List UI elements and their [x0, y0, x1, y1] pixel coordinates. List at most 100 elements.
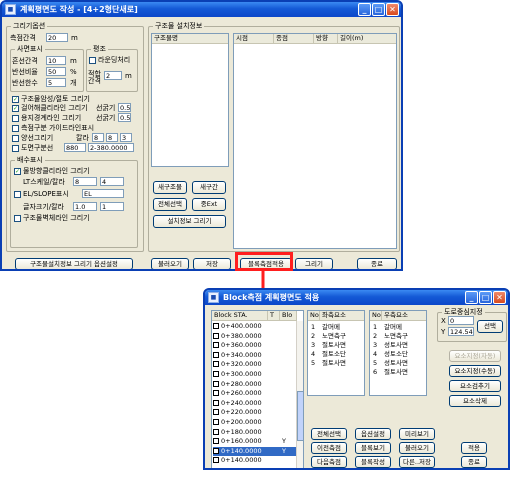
element-delete-button[interactable]: 요소삭제 [449, 395, 501, 407]
right-element-header[interactable]: 우측요소 [382, 311, 426, 321]
color-input-1[interactable]: 8 [92, 133, 104, 142]
exit-button[interactable]: 종료 [357, 258, 397, 269]
row-checkbox[interactable] [213, 371, 219, 377]
element-name[interactable]: 성토소단 [384, 350, 408, 358]
block-b-header[interactable]: Blo [280, 311, 297, 321]
sheet-divider-checkbox[interactable] [12, 145, 19, 152]
element-name[interactable]: 노면측구 [384, 332, 408, 340]
block-t-header[interactable]: T [268, 311, 280, 321]
element-name[interactable]: 절토소단 [322, 350, 346, 358]
next-station-button[interactable]: 다음측점 [311, 456, 347, 468]
row-checkbox[interactable] [213, 361, 219, 368]
structure-detail-list[interactable]: 시점 종점 방향 길이(m) [233, 33, 397, 249]
struct-embank-checkbox[interactable]: ✓ [12, 96, 19, 103]
x-input[interactable]: 0 [448, 316, 474, 325]
row-checkbox[interactable] [213, 409, 219, 416]
maximize-icon[interactable]: □ [372, 3, 385, 16]
block-row[interactable]: 0+340.0000 [213, 351, 297, 360]
block-row[interactable]: 0+280.0000 [213, 380, 297, 389]
block-row[interactable]: 0+320.0000 [213, 360, 297, 369]
struct-draw-options-button[interactable]: 구조물설치정보 그리기 옵션설정 [15, 258, 133, 269]
row-checkbox[interactable] [213, 447, 219, 454]
load-button[interactable]: 불러오기 [151, 258, 189, 269]
block-row[interactable]: 0+260.0000 [213, 389, 297, 398]
water-direction-checkbox[interactable]: ✓ [14, 168, 21, 175]
row-checkbox[interactable] [213, 323, 219, 329]
lt-scale-input[interactable]: 8 [73, 177, 97, 186]
text-size-input[interactable]: 1.0 [73, 202, 97, 211]
block-row[interactable]: 0+400.0000 [213, 322, 297, 331]
rounding-checkbox[interactable] [89, 57, 96, 64]
element-name[interactable]: 절토사면 [322, 341, 346, 349]
block-view-button[interactable]: 블록보기 [355, 442, 391, 454]
block-row[interactable]: 0+160.0000 Y [213, 437, 297, 446]
block-row[interactable]: 0+300.0000 [213, 370, 297, 379]
element-name[interactable]: 노면측구 [322, 332, 346, 340]
new-section-button[interactable]: 새구간 [192, 181, 226, 194]
hatch-line-width-input[interactable]: 0.5 [118, 103, 131, 112]
row-checkbox[interactable] [213, 332, 219, 339]
select-button[interactable]: 선택 [477, 320, 503, 333]
select-all-button[interactable]: 전체선택 [153, 198, 187, 211]
structure-name-header[interactable]: 구조물명 [152, 34, 228, 44]
element-name[interactable]: 성토사면 [384, 341, 408, 349]
element-add-button[interactable]: 요소검추기 [449, 380, 501, 392]
row-checkbox[interactable] [213, 380, 219, 387]
element-name[interactable]: 갈머메 [384, 323, 402, 331]
window-titlebar[interactable]: ■ 계획평면도 작성 - [4+2형단새로] _ □ ✕ [2, 2, 401, 17]
save-as-button[interactable]: 다른..저장 [399, 456, 435, 468]
slope-ratio-input[interactable]: 50 [46, 67, 66, 76]
element-name[interactable]: 갈머메 [322, 323, 340, 331]
preview-button[interactable]: 미리보기 [399, 428, 435, 440]
maximize-icon[interactable]: □ [479, 291, 492, 304]
close-button[interactable]: 종료 [461, 456, 487, 468]
half-count-input[interactable]: 5 [46, 78, 66, 87]
block-row[interactable]: 0+200.0000 [213, 418, 297, 427]
block-row[interactable]: 0+380.0000 [213, 332, 297, 341]
block-row[interactable]: 0+180.0000 [213, 428, 297, 437]
draw-button[interactable]: 그리기 [295, 258, 333, 269]
row-checkbox[interactable] [213, 457, 219, 464]
row-checkbox[interactable] [213, 390, 219, 397]
hatch-line-checkbox[interactable]: ✓ [12, 105, 19, 112]
el-slope-select[interactable]: EL [82, 189, 124, 198]
row-checkbox[interactable] [213, 351, 219, 358]
double-line-checkbox[interactable] [12, 135, 19, 142]
element-auto-button[interactable]: 요소지정(자동) [449, 350, 501, 362]
element-manual-button[interactable]: 요소지정(수동) [449, 365, 501, 377]
color-input-2[interactable]: 8 [106, 133, 118, 142]
row-checkbox[interactable] [213, 342, 219, 349]
block-row[interactable]: 0+360.0000 [213, 341, 297, 350]
color-input-3[interactable]: 3 [120, 133, 132, 142]
row-checkbox[interactable] [213, 419, 219, 425]
prev-station-button[interactable]: 이전측점 [311, 442, 347, 454]
left-no-header[interactable]: No [308, 311, 320, 321]
left-elements-list[interactable]: No 좌측요소 1 갈머메 2 노면측구 3 절토사면 4 절토소단 5 절토사면 [307, 310, 365, 396]
new-structure-button[interactable]: 새구조물 [153, 181, 187, 194]
block-station-list[interactable]: Block STA. T Blo 0+400.0000 0+380.0000 0+3… [211, 310, 304, 468]
row-checkbox[interactable] [213, 428, 219, 435]
block-sta-header[interactable]: Block STA. [212, 311, 268, 321]
minimize-icon[interactable]: _ [358, 3, 371, 16]
close-icon[interactable]: ✕ [493, 291, 506, 304]
option-settings-button[interactable]: 옵션설정 [355, 428, 391, 440]
lt-color-input[interactable]: 4 [100, 177, 124, 186]
block-row[interactable]: 0+140.0000 Y [213, 446, 297, 456]
y-input[interactable]: 124.5411 [448, 327, 474, 336]
element-name[interactable]: 절토사면 [384, 368, 408, 376]
block-row[interactable]: 0+140.0000 [213, 456, 297, 465]
window-titlebar[interactable]: ■ Block측점 계획평면도 적용 _ □ ✕ [205, 290, 508, 305]
structure-list[interactable]: 구조물명 [151, 33, 229, 167]
minimize-icon[interactable]: _ [465, 291, 478, 304]
boundary-line-checkbox[interactable] [12, 115, 19, 122]
right-no-header[interactable]: No [370, 311, 382, 321]
block-create-button[interactable]: 블록작성 [355, 456, 391, 468]
scrollbar-thumb[interactable] [297, 391, 303, 441]
el-slope-checkbox[interactable] [14, 191, 21, 198]
embank-interval-input[interactable]: 10 [46, 56, 66, 65]
boundary-line-width-input[interactable]: 0.5 [118, 113, 131, 122]
detail-header-end[interactable]: 종점 [274, 34, 314, 44]
load-button[interactable]: 불러오기 [399, 442, 435, 454]
element-name[interactable]: 절토사면 [322, 359, 346, 367]
save-button[interactable]: 저장 [193, 258, 231, 269]
